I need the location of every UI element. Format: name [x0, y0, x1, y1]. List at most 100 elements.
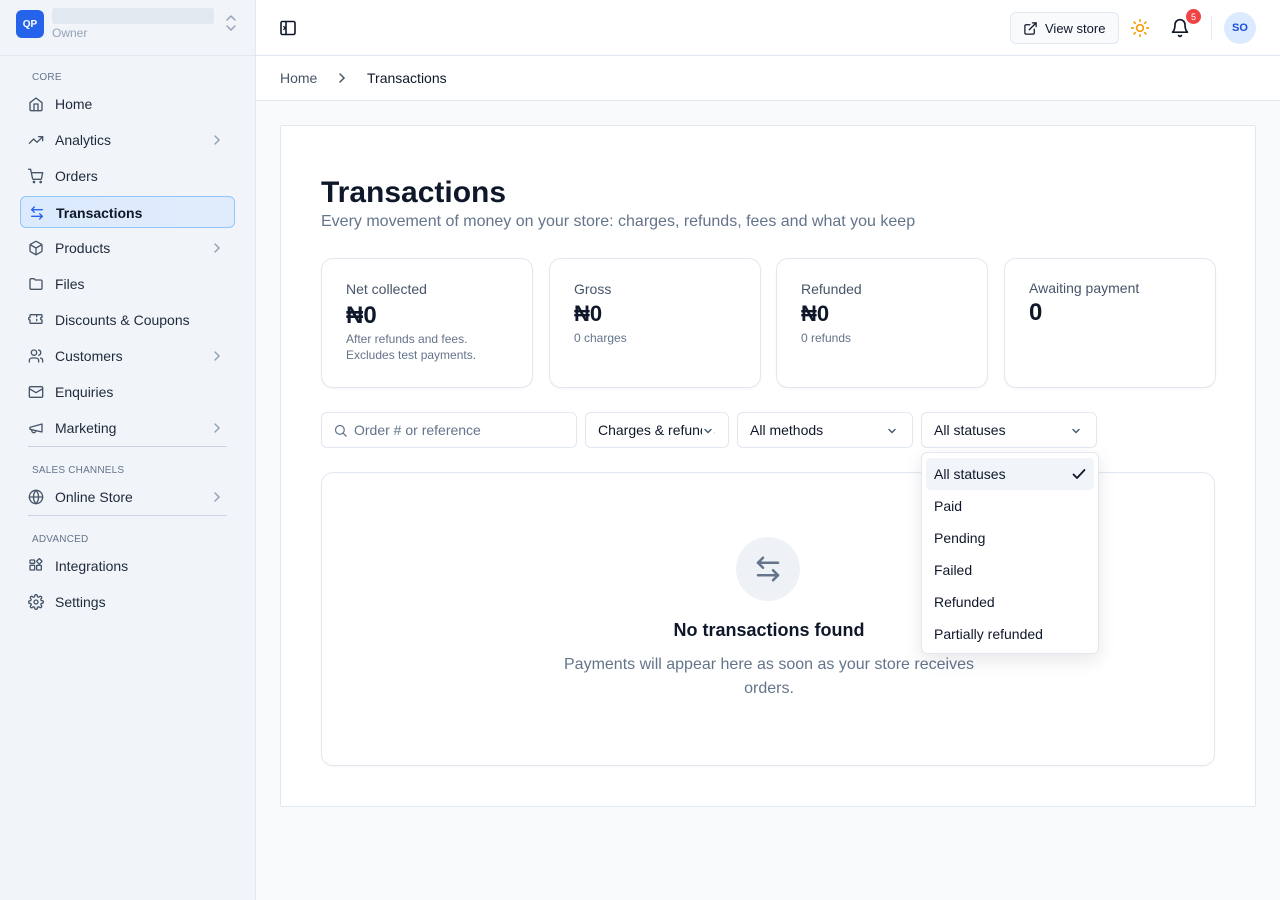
sidebar-item-label: Integrations — [55, 558, 129, 574]
breadcrumb-current: Transactions — [367, 70, 447, 86]
sidebar-divider — [28, 446, 227, 447]
gear-icon — [28, 594, 44, 610]
stat-card-net-collected: Net collected ₦0 After refunds and fees.… — [321, 258, 533, 388]
sidebar-toggle-icon[interactable] — [278, 18, 298, 38]
megaphone-icon — [29, 423, 43, 434]
chevron-right-icon — [214, 351, 221, 361]
chevron-right-icon — [214, 423, 221, 433]
search-icon — [334, 424, 347, 437]
workspace-role: Owner — [52, 26, 88, 40]
chevron-right-icon — [214, 243, 221, 253]
sidebar-item-label: Online Store — [55, 489, 133, 505]
external-link-icon — [1024, 21, 1037, 35]
globe-icon — [28, 489, 44, 505]
sidebar-item-label: Marketing — [55, 420, 117, 436]
sidebar-item-label: Files — [55, 276, 85, 292]
check-icon — [1072, 469, 1086, 479]
view-store-label: View store — [1045, 20, 1106, 36]
workspace-switcher[interactable]: QP Owner — [16, 8, 240, 42]
stat-value: ₦0 — [801, 301, 830, 326]
stat-note-line: After refunds and fees. — [346, 332, 468, 346]
transactions-panel: Transactions Every movement of money on … — [280, 125, 1256, 807]
chevron-down-icon — [702, 425, 714, 437]
package-icon — [29, 240, 43, 256]
sidebar-item-home[interactable]: Home — [20, 88, 235, 120]
status-option-paid[interactable]: Paid — [926, 490, 1094, 522]
stat-value: 0 — [1029, 299, 1043, 326]
sidebar-item-settings[interactable]: Settings — [20, 586, 235, 618]
section-label-core: CORE — [32, 72, 62, 83]
stat-value: ₦0 — [346, 302, 377, 329]
sidebar-item-marketing[interactable]: Marketing — [20, 412, 235, 444]
sun-icon[interactable] — [1130, 18, 1150, 38]
status-option-pending[interactable]: Pending — [926, 522, 1094, 554]
chevron-right-icon — [339, 73, 346, 83]
option-label: Partially refunded — [934, 626, 1043, 642]
stat-value: ₦0 — [574, 301, 603, 326]
transfer-icon — [31, 206, 43, 220]
sidebar-item-analytics[interactable]: Analytics — [20, 124, 235, 156]
sidebar-item-label: Orders — [55, 168, 98, 184]
chevron-right-icon — [214, 492, 221, 502]
section-label-sales-channels: SALES CHANNELS — [32, 465, 125, 476]
search-field[interactable] — [321, 412, 577, 448]
status-option-all[interactable]: All statuses — [926, 458, 1094, 490]
option-label: Paid — [934, 498, 963, 514]
workspace-logo: QP — [16, 10, 44, 38]
status-filter-select[interactable]: All statuses — [921, 412, 1097, 448]
ticket-icon — [28, 314, 43, 324]
stat-note-line: Excludes test payments. — [346, 348, 477, 362]
sidebar-item-label: Products — [55, 240, 111, 256]
sidebar-item-enquiries[interactable]: Enquiries — [20, 376, 235, 408]
workspace-name-placeholder — [52, 8, 214, 24]
sidebar-item-label: Enquiries — [55, 384, 114, 400]
blocks-icon — [29, 558, 43, 571]
sidebar-item-files[interactable]: Files — [20, 268, 235, 300]
stat-note: After refunds and fees. Excludes test pa… — [346, 331, 476, 363]
option-label: Pending — [934, 530, 986, 546]
method-filter-select[interactable]: All methods — [737, 412, 913, 448]
sidebar-item-label: Home — [55, 96, 93, 112]
option-label: Failed — [934, 562, 973, 578]
status-dropdown-menu: All statuses Paid Pending Failed Refunde… — [921, 452, 1099, 654]
topbar-divider — [1211, 16, 1212, 40]
sidebar-item-products[interactable]: Products — [20, 232, 235, 264]
breadcrumb-home-link[interactable]: Home — [280, 70, 317, 86]
avatar[interactable]: SO — [1224, 12, 1256, 44]
mail-icon — [28, 386, 44, 398]
users-icon — [28, 349, 44, 363]
sidebar-item-integrations[interactable]: Integrations — [20, 550, 235, 582]
page-title: Transactions — [321, 176, 507, 209]
type-filter-select[interactable]: Charges & refunds — [585, 412, 729, 448]
empty-state-icon-wrap — [736, 537, 800, 601]
sidebar-item-orders[interactable]: Orders — [20, 160, 235, 192]
sidebar-item-label: Analytics — [55, 132, 112, 148]
stat-label: Refunded — [801, 281, 862, 297]
folder-icon — [29, 278, 43, 290]
page-subtitle: Every movement of money on your store: c… — [321, 213, 916, 230]
sidebar-item-online-store[interactable]: Online Store — [20, 481, 235, 513]
status-option-failed[interactable]: Failed — [926, 554, 1094, 586]
chevrons-up-down-icon — [226, 15, 236, 31]
stat-label: Gross — [574, 281, 612, 297]
sidebar-item-customers[interactable]: Customers — [20, 340, 235, 372]
empty-state-description: Payments will appear here as soon as you… — [564, 656, 974, 697]
status-option-partially-refunded[interactable]: Partially refunded — [926, 618, 1094, 650]
cart-icon — [28, 168, 44, 184]
section-label-advanced: ADVANCED — [32, 534, 89, 545]
sidebar-item-transactions[interactable]: Transactions — [20, 196, 235, 228]
method-filter-value: All methods — [750, 422, 824, 438]
topbar: View store 5 SO — [256, 0, 1280, 56]
transfer-icon — [756, 556, 780, 582]
search-input[interactable] — [354, 414, 572, 446]
sidebar-divider — [28, 515, 227, 516]
status-option-refunded[interactable]: Refunded — [926, 586, 1094, 618]
view-store-button[interactable]: View store — [1010, 12, 1119, 44]
option-label: All statuses — [934, 466, 1006, 482]
chevron-down-icon — [1070, 425, 1082, 437]
stat-note: 0 refunds — [801, 331, 852, 345]
chevron-right-icon — [214, 135, 221, 145]
sidebar-item-discounts[interactable]: Discounts & Coupons — [20, 304, 235, 336]
stat-card-awaiting-payment: Awaiting payment 0 — [1004, 258, 1216, 388]
option-label: Refunded — [934, 594, 995, 610]
